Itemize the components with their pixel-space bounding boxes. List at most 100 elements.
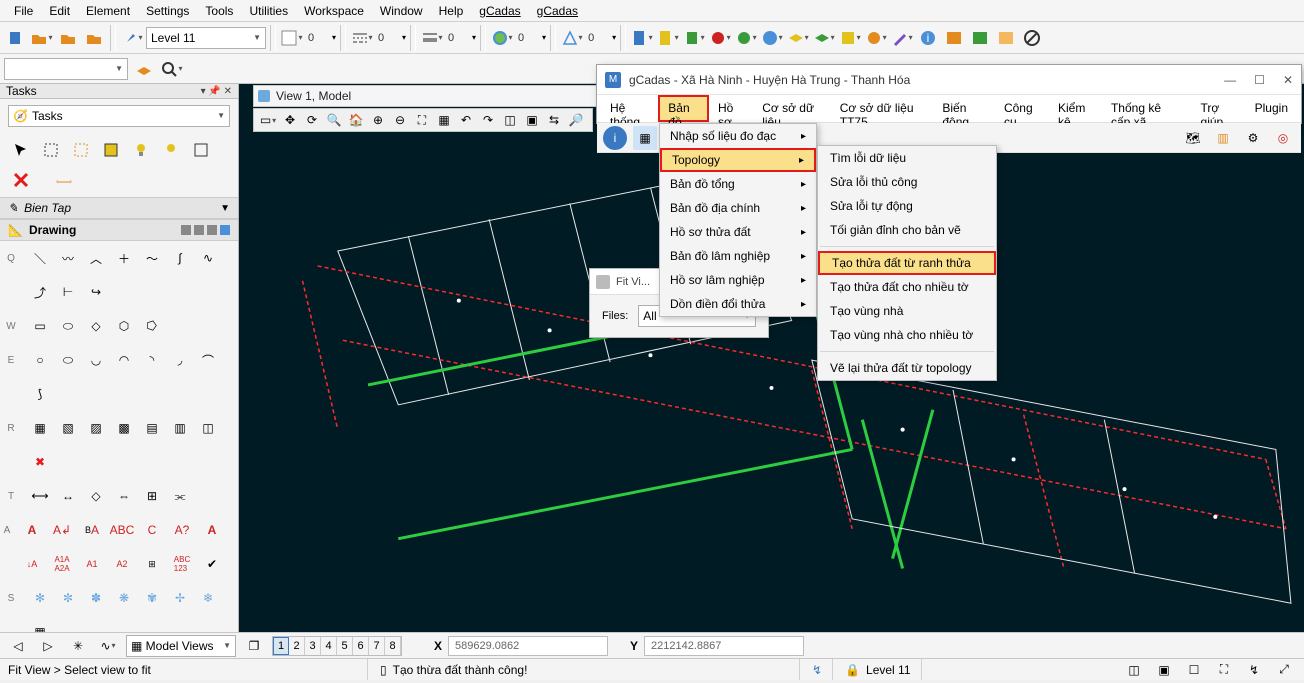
book-yellow-icon[interactable]: ▾ <box>838 26 862 50</box>
snow3-icon[interactable]: ✽ <box>84 586 108 610</box>
save-icon[interactable] <box>56 26 80 50</box>
fb-end3-icon[interactable]: ☐ <box>1182 658 1206 682</box>
vt-win-icon[interactable]: ◫ <box>500 110 520 130</box>
cancel-icon[interactable] <box>1020 26 1044 50</box>
sel-rect2-icon[interactable] <box>68 137 94 163</box>
y-coord-input[interactable] <box>644 636 804 656</box>
gear-gold-icon[interactable]: ▾ <box>864 26 888 50</box>
hatch7-icon[interactable]: ◫ <box>196 416 220 440</box>
snow2-icon[interactable]: ✼ <box>56 586 80 610</box>
delete-icon[interactable] <box>8 167 34 193</box>
menu-gcadas-2[interactable]: gCadas <box>529 2 586 20</box>
dd-nhapso[interactable]: Nhập số liệu đo đạc▸ <box>660 124 816 148</box>
arc2-icon[interactable]: ◠ <box>112 348 136 372</box>
snow5-icon[interactable]: ✾ <box>140 586 164 610</box>
gcm-bando[interactable]: Bản đồ <box>658 95 709 122</box>
doc-yellow-icon[interactable]: ▾ <box>656 26 680 50</box>
gct-map-icon[interactable]: 🗺 <box>1181 126 1205 150</box>
vt-zoomin-icon[interactable]: ⊕ <box>368 110 388 130</box>
menu-window[interactable]: Window <box>372 2 431 20</box>
snap-icon[interactable]: ↯ <box>812 663 822 677</box>
vt-swap-icon[interactable]: ⇆ <box>544 110 564 130</box>
snow4-icon[interactable]: ❋ <box>112 586 136 610</box>
textC-icon[interactable]: C <box>140 518 164 542</box>
textedit6-icon[interactable]: ABC123 <box>170 552 194 576</box>
menu-workspace[interactable]: Workspace <box>296 2 372 20</box>
snow6-icon[interactable]: ✢ <box>168 586 192 610</box>
table-green-icon[interactable] <box>968 26 992 50</box>
spell-icon[interactable]: ✔ <box>200 552 224 576</box>
gcm-hoso[interactable]: Hồ sơ <box>709 95 753 122</box>
view-mode-icons[interactable] <box>181 225 230 235</box>
up-icon[interactable]: ︿ <box>84 246 108 270</box>
lock-icon[interactable]: 🔒 <box>845 663 860 677</box>
sel-rect-icon[interactable] <box>38 137 64 163</box>
arc4-icon[interactable]: ◞ <box>168 348 192 372</box>
menu-gcadas-1[interactable]: gCadas <box>471 2 528 20</box>
menu-element[interactable]: Element <box>78 2 138 20</box>
bulb-icon[interactable] <box>128 137 154 163</box>
new-icon[interactable] <box>4 26 28 50</box>
fb-end1-icon[interactable]: ◫ <box>1122 658 1146 682</box>
gcm-hethong[interactable]: Hệ thống <box>601 95 658 122</box>
arc3-icon[interactable]: ⤴ <box>28 280 52 304</box>
gct-gear-icon[interactable]: ⚙ <box>1241 126 1265 150</box>
vt-grid-icon[interactable]: ▦ <box>434 110 454 130</box>
poly-icon[interactable]: ◇ <box>84 314 108 338</box>
gct-target-icon[interactable]: ◎ <box>1271 126 1295 150</box>
textedit5-icon[interactable]: ⊞ <box>140 552 164 576</box>
menu-settings[interactable]: Settings <box>138 2 197 20</box>
open-icon[interactable]: ▾ <box>30 26 54 50</box>
hatch4-icon[interactable]: ▩ <box>112 416 136 440</box>
hatch2-icon[interactable]: ▧ <box>56 416 80 440</box>
menu-help[interactable]: Help <box>431 2 472 20</box>
hatch3-icon[interactable]: ▨ <box>84 416 108 440</box>
fillet-icon[interactable]: ⟆ <box>28 382 52 406</box>
vt-pan-icon[interactable]: ✥ <box>280 110 300 130</box>
sm-taothuadatnhieuto[interactable]: Tạo thửa đất cho nhiều tờ <box>818 275 996 299</box>
fb-ax-icon[interactable]: ✳ <box>66 634 90 658</box>
dd-topology[interactable]: Topology▸ <box>660 148 816 172</box>
sel-highlight-icon[interactable] <box>98 137 124 163</box>
rrect-icon[interactable]: ⬭ <box>56 314 80 338</box>
sm-taovungnha[interactable]: Tạo vùng nhà <box>818 299 996 323</box>
menu-file[interactable]: File <box>6 2 41 20</box>
dd-dondiendioithua[interactable]: Dồn điền đổi thửa▸ <box>660 292 816 316</box>
fb-copy-icon[interactable]: ❐ <box>242 634 266 658</box>
hatch6-icon[interactable]: ▥ <box>168 416 192 440</box>
globe-icon[interactable]: ▾ <box>490 26 514 50</box>
gcm-biendong[interactable]: Biến động <box>933 95 995 122</box>
arcn-icon[interactable]: ◝ <box>140 348 164 372</box>
rect-icon[interactable]: ▭ <box>28 314 52 338</box>
dd-bandotong[interactable]: Bản đồ tổng▸ <box>660 172 816 196</box>
snow7-icon[interactable]: ❄ <box>196 586 220 610</box>
textB-icon[interactable]: BA <box>80 518 104 542</box>
plus-icon[interactable]: ＋ <box>112 246 136 270</box>
color-none-icon[interactable]: ▾ <box>280 26 304 50</box>
sm-timloi[interactable]: Tìm lỗi dữ liệu <box>818 146 996 170</box>
curve-icon[interactable]: 〜 <box>140 246 164 270</box>
fb-left-icon[interactable]: ◁ <box>6 634 30 658</box>
sm-sualoithucong[interactable]: Sửa lỗi thủ công <box>818 170 996 194</box>
vt-back-icon[interactable]: ↶ <box>456 110 476 130</box>
line-icon[interactable]: ＼ <box>28 246 52 270</box>
section-bientap[interactable]: ✎ Bien Tap ▼ <box>0 197 238 219</box>
circle-icon[interactable]: ○ <box>28 348 52 372</box>
info-icon[interactable]: i <box>916 26 940 50</box>
model-views-combo[interactable]: ▦ Model Views <box>126 635 236 657</box>
fb-right-icon[interactable]: ▷ <box>36 634 60 658</box>
gear-red-icon[interactable]: ▾ <box>708 26 732 50</box>
tool-purple-icon[interactable]: ▾ <box>890 26 914 50</box>
dim1-icon[interactable]: ⟷ <box>28 484 52 508</box>
fb-end2-icon[interactable]: ▣ <box>1152 658 1176 682</box>
dim2-icon[interactable]: ↔ <box>56 484 80 508</box>
gcm-trogiup[interactable]: Trợ giúp <box>1192 95 1246 122</box>
dd-hosothuadat[interactable]: Hồ sơ thửa đất▸ <box>660 220 816 244</box>
gcm-thongke[interactable]: Thống kê cấp xã <box>1102 95 1192 122</box>
star-icon[interactable]: ⭔ <box>140 314 164 338</box>
gear-green-icon[interactable]: ▾ <box>734 26 758 50</box>
gcadas-max-icon[interactable]: ☐ <box>1254 73 1265 87</box>
spline-icon[interactable]: ∫ <box>168 246 192 270</box>
vt-win2-icon[interactable]: ▣ <box>522 110 542 130</box>
textA2-icon[interactable]: A↲ <box>50 518 74 542</box>
